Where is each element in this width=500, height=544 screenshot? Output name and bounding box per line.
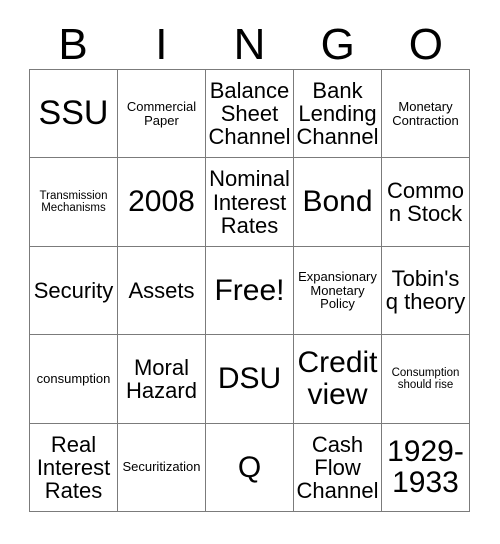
bingo-header-letter-b: B <box>58 20 88 69</box>
bingo-cell-label: 1929-1933 <box>387 434 464 500</box>
bingo-card: B I N G O SSU Commercial Paper Balance S… <box>0 0 500 544</box>
bingo-cell-label: Bank Lending Channel <box>296 78 379 150</box>
bingo-cell-label: Real Interest Rates <box>36 431 111 503</box>
bingo-cell-label: Bond <box>302 185 373 219</box>
bingo-cell[interactable]: Bond <box>294 158 382 247</box>
bingo-cell-label: Expansionary Monetary Policy <box>298 269 377 312</box>
bingo-cell-label: Q <box>237 450 262 484</box>
bingo-cell[interactable]: Cash Flow Channel <box>294 423 382 512</box>
bingo-header-letter-g: G <box>320 20 355 69</box>
bingo-cell[interactable]: Q <box>206 423 294 512</box>
bingo-cell[interactable]: Expansionary Monetary Policy <box>294 246 382 336</box>
bingo-cell-label: Free! <box>214 273 285 307</box>
bingo-cell[interactable]: Moral Hazard <box>118 335 206 424</box>
bingo-cell[interactable]: Credit view <box>294 335 382 424</box>
bingo-cell-label: 2008 <box>128 185 195 219</box>
bingo-header-letter-n: N <box>233 20 266 69</box>
bingo-cell-label: Assets <box>128 277 195 303</box>
bingo-cell[interactable]: Consumption should rise <box>382 335 470 424</box>
bingo-cell-label: Tobin's q theory <box>385 266 466 315</box>
bingo-cell[interactable]: Transmission Mechanisms <box>30 158 118 247</box>
bingo-cell-label: Monetary Contraction <box>392 99 459 128</box>
bingo-cell-label: Securitization <box>122 459 201 475</box>
bingo-cell-label: consumption <box>36 371 111 387</box>
bingo-cell-label: Moral Hazard <box>126 354 197 403</box>
bingo-cell-label: Transmission Mechanisms <box>39 190 108 215</box>
bingo-cell[interactable]: Bank Lending Channel <box>294 70 382 159</box>
bingo-header-letter-o: O <box>408 20 444 69</box>
bingo-grid: SSU Commercial Paper Balance Sheet Chann… <box>29 69 470 512</box>
bingo-cell[interactable]: Nominal Interest Rates <box>206 158 294 247</box>
bingo-cell[interactable]: DSU <box>206 335 294 424</box>
bingo-cell[interactable]: Assets <box>118 246 206 336</box>
bingo-cell[interactable]: Monetary Contraction <box>382 70 470 159</box>
bingo-cell-label: Balance Sheet Channel <box>208 78 291 150</box>
bingo-cell-label: DSU <box>217 362 282 396</box>
bingo-cell-free[interactable]: Free! <box>206 246 294 336</box>
bingo-cell[interactable]: Commercial Paper <box>118 70 206 159</box>
bingo-cell-label: Security <box>33 277 114 303</box>
bingo-cell-label: Common Stock <box>386 178 464 227</box>
bingo-cell[interactable]: Tobin's q theory <box>382 246 470 336</box>
bingo-cell[interactable]: 1929-1933 <box>382 423 470 512</box>
bingo-cell[interactable]: 2008 <box>118 158 206 247</box>
bingo-cell[interactable]: Common Stock <box>382 158 470 247</box>
bingo-cell-label: Commercial Paper <box>126 99 197 128</box>
bingo-cell-label: Nominal Interest Rates <box>209 166 290 238</box>
bingo-cell[interactable]: SSU <box>30 70 118 159</box>
bingo-cell[interactable]: Balance Sheet Channel <box>206 70 294 159</box>
bingo-cell-label: SSU <box>38 93 109 132</box>
bingo-cell[interactable]: Security <box>30 246 118 336</box>
bingo-cell[interactable]: consumption <box>30 335 118 424</box>
bingo-cell-label: Cash Flow Channel <box>296 431 379 503</box>
bingo-cell-label: Consumption should rise <box>391 366 460 391</box>
bingo-cell[interactable]: Real Interest Rates <box>30 423 118 512</box>
bingo-cell[interactable]: Securitization <box>118 423 206 512</box>
bingo-header-letter-i: I <box>155 20 168 69</box>
bingo-cell-label: Credit view <box>297 346 378 411</box>
bingo-header-row: B I N G O <box>29 22 470 68</box>
